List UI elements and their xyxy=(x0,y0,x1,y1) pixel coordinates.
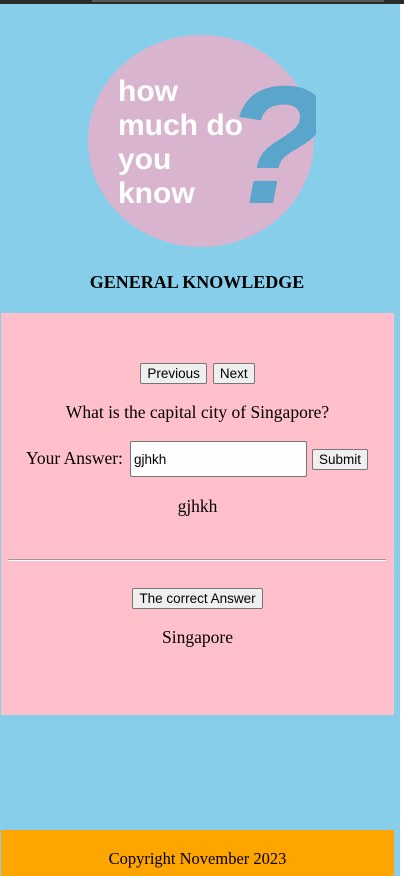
correct-answer-text: Singapore xyxy=(162,627,233,647)
copyright-text: Copyright November 2023 xyxy=(108,849,287,868)
logo-line-1: how xyxy=(118,75,179,108)
logo-question-mark: ? xyxy=(224,51,316,239)
question-navigation: Previous Next xyxy=(1,363,394,384)
footer: Copyright November 2023 xyxy=(1,830,394,876)
submitted-answer-text: gjhkh xyxy=(177,496,218,516)
logo-line-4: know xyxy=(118,177,195,210)
question-text: What is the capital city of Singapore? xyxy=(65,402,330,422)
answer-input[interactable] xyxy=(130,441,307,477)
answer-label: Your Answer: xyxy=(26,448,123,468)
quiz-logo: ? how much do you know xyxy=(88,35,316,247)
logo-line-2: much do xyxy=(118,109,243,142)
submit-button[interactable]: Submit xyxy=(312,449,369,470)
scrollbar-track[interactable] xyxy=(400,4,404,876)
correct-answer-row: The correct Answer xyxy=(1,588,394,609)
show-correct-answer-button[interactable]: The correct Answer xyxy=(132,588,263,609)
previous-button[interactable]: Previous xyxy=(140,363,207,384)
browser-address-bar xyxy=(92,0,384,2)
page-heading: GENERAL KNOWLEDGE xyxy=(89,272,305,292)
logo-line-3: you xyxy=(118,143,171,176)
browser-top-bar xyxy=(0,0,404,4)
quiz-panel: Previous Next What is the capital city o… xyxy=(1,313,394,715)
next-button[interactable]: Next xyxy=(212,363,255,384)
answer-form: Your Answer: Submit xyxy=(26,441,386,477)
divider xyxy=(8,559,386,561)
